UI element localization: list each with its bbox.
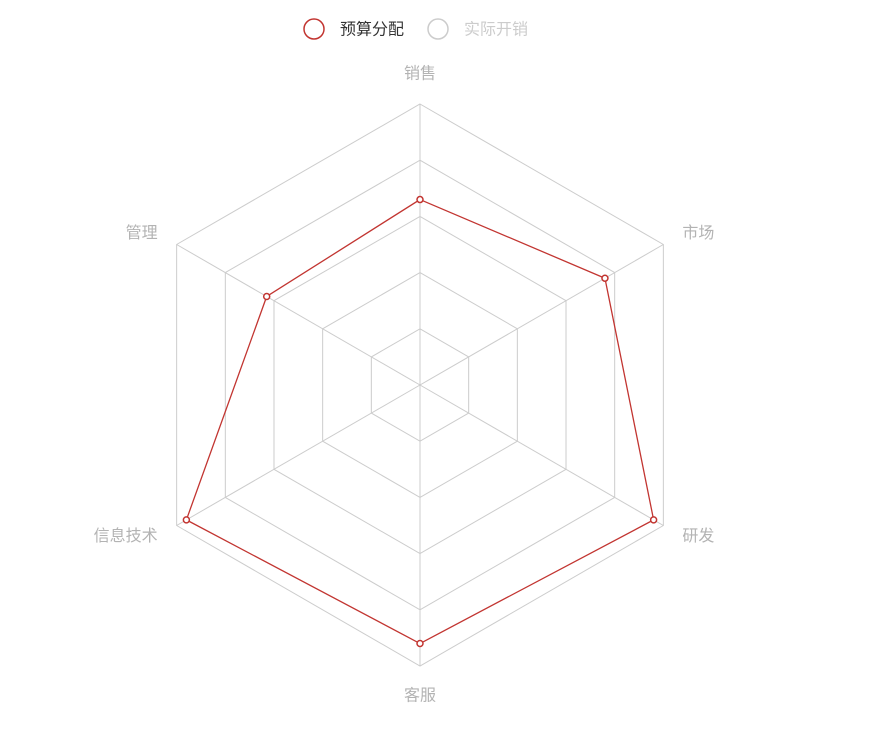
series-point-0-1[interactable] [601,274,609,282]
grid-spoke-1 [419,244,664,386]
axis-label-1: 市场 [682,223,714,242]
series-point-0-4[interactable] [182,516,191,524]
grid-spoke-4 [176,384,421,526]
axis-label-0: 销售 [404,64,436,83]
legend-item-actual[interactable]: 实际开销 [427,18,528,40]
series-point-0-2[interactable] [649,516,658,524]
radar-chart: 预算分配 实际开销 销售市场研发客服 信息技术 管理 [94,18,715,705]
grid-spoke-2 [419,384,664,526]
axis-label-5: 管理 [126,223,158,242]
axis-label-2: 研发 [682,526,714,545]
series-point-0-3[interactable] [416,639,424,648]
axis-label-4: 信息技术 [94,526,158,545]
axis-labels: 销售市场研发客服 信息技术 管理 [94,64,715,705]
legend-label-budget: 预算分配 [340,20,404,39]
legend-marker-budget [303,18,325,40]
legend-label-actual: 实际开销 [464,20,528,39]
series-point-0-5[interactable] [262,292,271,301]
legend-item-budget[interactable]: 预算分配 [303,18,404,40]
series-point-0-0[interactable] [416,195,424,204]
legend: 预算分配 实际开销 [303,18,528,40]
radar-grid [176,103,664,667]
grid-spoke-5 [176,244,421,386]
axis-label-3: 客服 [404,686,436,705]
legend-marker-actual [427,18,449,40]
